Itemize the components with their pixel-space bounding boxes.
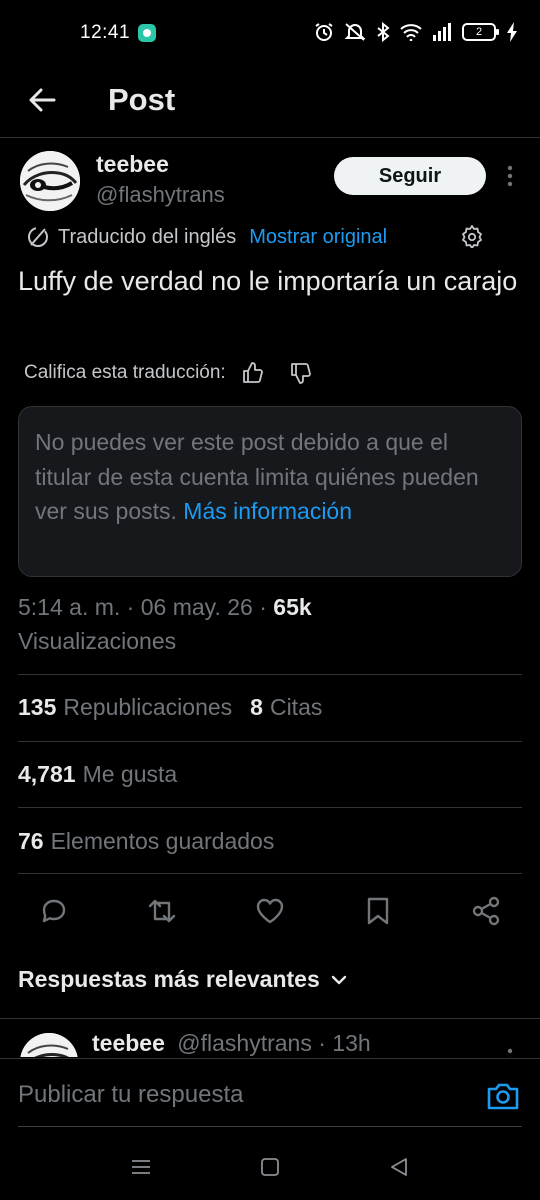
post-time: 5:14 a. m. [18,594,121,620]
bluetooth-icon [377,22,390,42]
signal-icon [433,23,451,41]
status-icons: 2 [314,22,518,42]
more-vertical-icon [507,1048,513,1057]
replies-sort-dropdown[interactable]: Respuestas más relevantes [18,966,348,993]
repost-icon[interactable] [146,895,178,927]
mute-icon [344,23,366,41]
author-handle[interactable]: @flashytrans [96,182,225,208]
bookmark-icon[interactable] [362,895,394,927]
back-triangle-icon[interactable] [388,1156,410,1178]
battery-level: 2 [475,26,483,38]
post-actions [0,891,540,931]
divider [18,674,522,675]
charging-icon [507,22,517,42]
top-app-bar: Post [0,68,540,138]
bookmarks-row[interactable]: 76 Elementos guardados [18,828,274,855]
bookmarks-label: Elementos guardados [50,828,275,854]
views-count: 65k [273,594,312,620]
thumbs-up-icon[interactable] [240,361,264,385]
restricted-notice: No puedes ver este post debido a que el … [18,406,522,577]
quotes-count[interactable]: 8 [250,694,263,721]
likes-count: 4,781 [18,761,76,787]
divider [18,741,522,742]
arrow-left-icon [29,88,56,112]
share-icon[interactable] [470,895,502,927]
avatar[interactable] [20,151,80,211]
gear-icon [462,225,482,248]
divider [18,873,522,874]
recents-menu-icon[interactable] [130,1156,152,1178]
divider [18,1126,522,1127]
views-label: Visualizaciones [18,628,177,654]
reply-input[interactable]: Publicar tu respuesta [18,1081,243,1109]
translation-settings-button[interactable] [460,224,484,248]
translate-icon [28,227,48,247]
reply-author-handle[interactable]: @flashytrans [177,1030,312,1056]
rate-label: Califica esta traducción: [24,362,226,383]
avatar-image [20,1033,78,1057]
post-date: 06 may. 26 [140,594,253,620]
reposts-count[interactable]: 135 [18,694,56,721]
status-bar: 12:41 2 [0,0,540,68]
reposts-label[interactable]: Republicaciones [63,694,232,721]
more-vertical-icon [507,165,513,187]
status-time: 12:41 [80,22,131,43]
more-info-link[interactable]: Más información [183,498,352,524]
camera-button[interactable] [486,1081,520,1111]
page-title: Post [108,82,176,117]
replies-sort-label: Respuestas más relevantes [18,966,320,992]
chevron-down-icon [331,975,346,984]
reply-more-button[interactable] [499,1033,521,1057]
follow-button[interactable]: Seguir [334,157,486,195]
reply-age: · 13h [318,1030,371,1056]
translation-row: Traducido del inglés Mostrar original [26,222,387,252]
reply-item[interactable]: teebee @flashytrans · 13h [0,1019,540,1057]
post-text: Luffy de verdad no le importaría un cara… [18,266,518,296]
back-button[interactable] [24,82,60,118]
translated-label: Traducido del inglés [58,225,237,248]
camera-icon [487,1083,519,1110]
bookmarks-count: 76 [18,828,44,854]
reply-compose-bar: Publicar tu respuesta [0,1058,540,1128]
app-notification-icon [138,24,156,42]
reply-header: teebee @flashytrans · 13h [92,1030,371,1057]
home-square-icon[interactable] [259,1156,281,1178]
battery-icon: 2 [462,23,499,41]
system-navigation-bar [0,1128,540,1200]
rate-translation-row: Califica esta traducción: [24,358,312,388]
post-meta: 5:14 a. m. · 06 may. 26 · 65k Visualizac… [18,594,312,654]
more-options-button[interactable] [499,163,521,189]
reply-author-name[interactable]: teebee [92,1030,165,1056]
alarm-icon [315,23,333,41]
like-icon[interactable] [254,895,286,927]
reply-icon[interactable] [38,895,70,927]
likes-label: Me gusta [82,761,178,787]
show-original-link[interactable]: Mostrar original [249,226,387,249]
quotes-label[interactable]: Citas [270,694,322,721]
author-name[interactable]: teebee [96,151,169,178]
avatar-image [20,151,80,211]
reposts-quotes-row: 135 Republicaciones 8 Citas [18,694,322,721]
thumbs-down-icon[interactable] [288,361,312,385]
reply-avatar[interactable] [20,1033,78,1057]
likes-row[interactable]: 4,781 Me gusta [18,761,177,788]
divider [18,807,522,808]
wifi-icon [400,24,422,41]
